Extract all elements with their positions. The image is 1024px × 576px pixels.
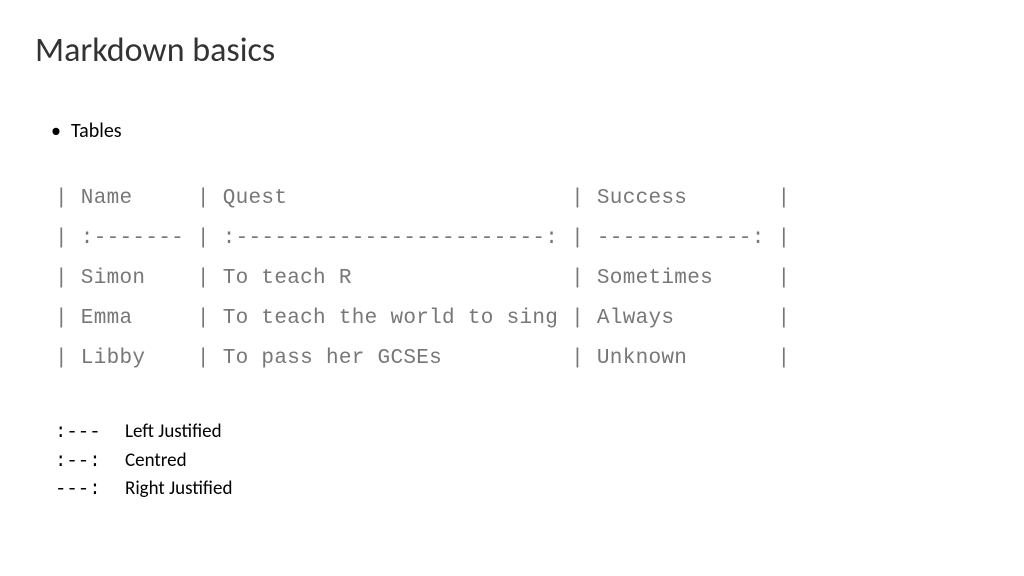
code-line: | Emma | To teach the world to sing | Al…: [55, 307, 790, 330]
bullet-label: Tables: [71, 119, 122, 143]
legend-label: Centred: [125, 447, 187, 476]
legend-label: Right Justified: [125, 475, 232, 504]
alignment-legend: :--- Left Justified :--: Centred ---: Ri…: [55, 418, 989, 504]
legend-row-center: :--: Centred: [55, 447, 989, 476]
legend-symbol: :--:: [55, 447, 125, 476]
code-line: | Libby | To pass her GCSEs | Unknown |: [55, 347, 790, 370]
bullet-tables: • Tables: [51, 119, 989, 143]
legend-row-left: :--- Left Justified: [55, 418, 989, 447]
code-line: | :------- | :------------------------: …: [55, 227, 790, 250]
legend-label: Left Justified: [125, 418, 222, 447]
legend-row-right: ---: Right Justified: [55, 475, 989, 504]
legend-symbol: :---: [55, 418, 125, 447]
markdown-table-code: | Name | Quest | Success | | :------- | …: [55, 179, 989, 378]
slide-title: Markdown basics: [35, 30, 989, 71]
code-line: | Name | Quest | Success |: [55, 187, 790, 210]
code-line: | Simon | To teach R | Sometimes |: [55, 267, 790, 290]
legend-symbol: ---:: [55, 475, 125, 504]
bullet-dot-icon: •: [51, 119, 61, 143]
